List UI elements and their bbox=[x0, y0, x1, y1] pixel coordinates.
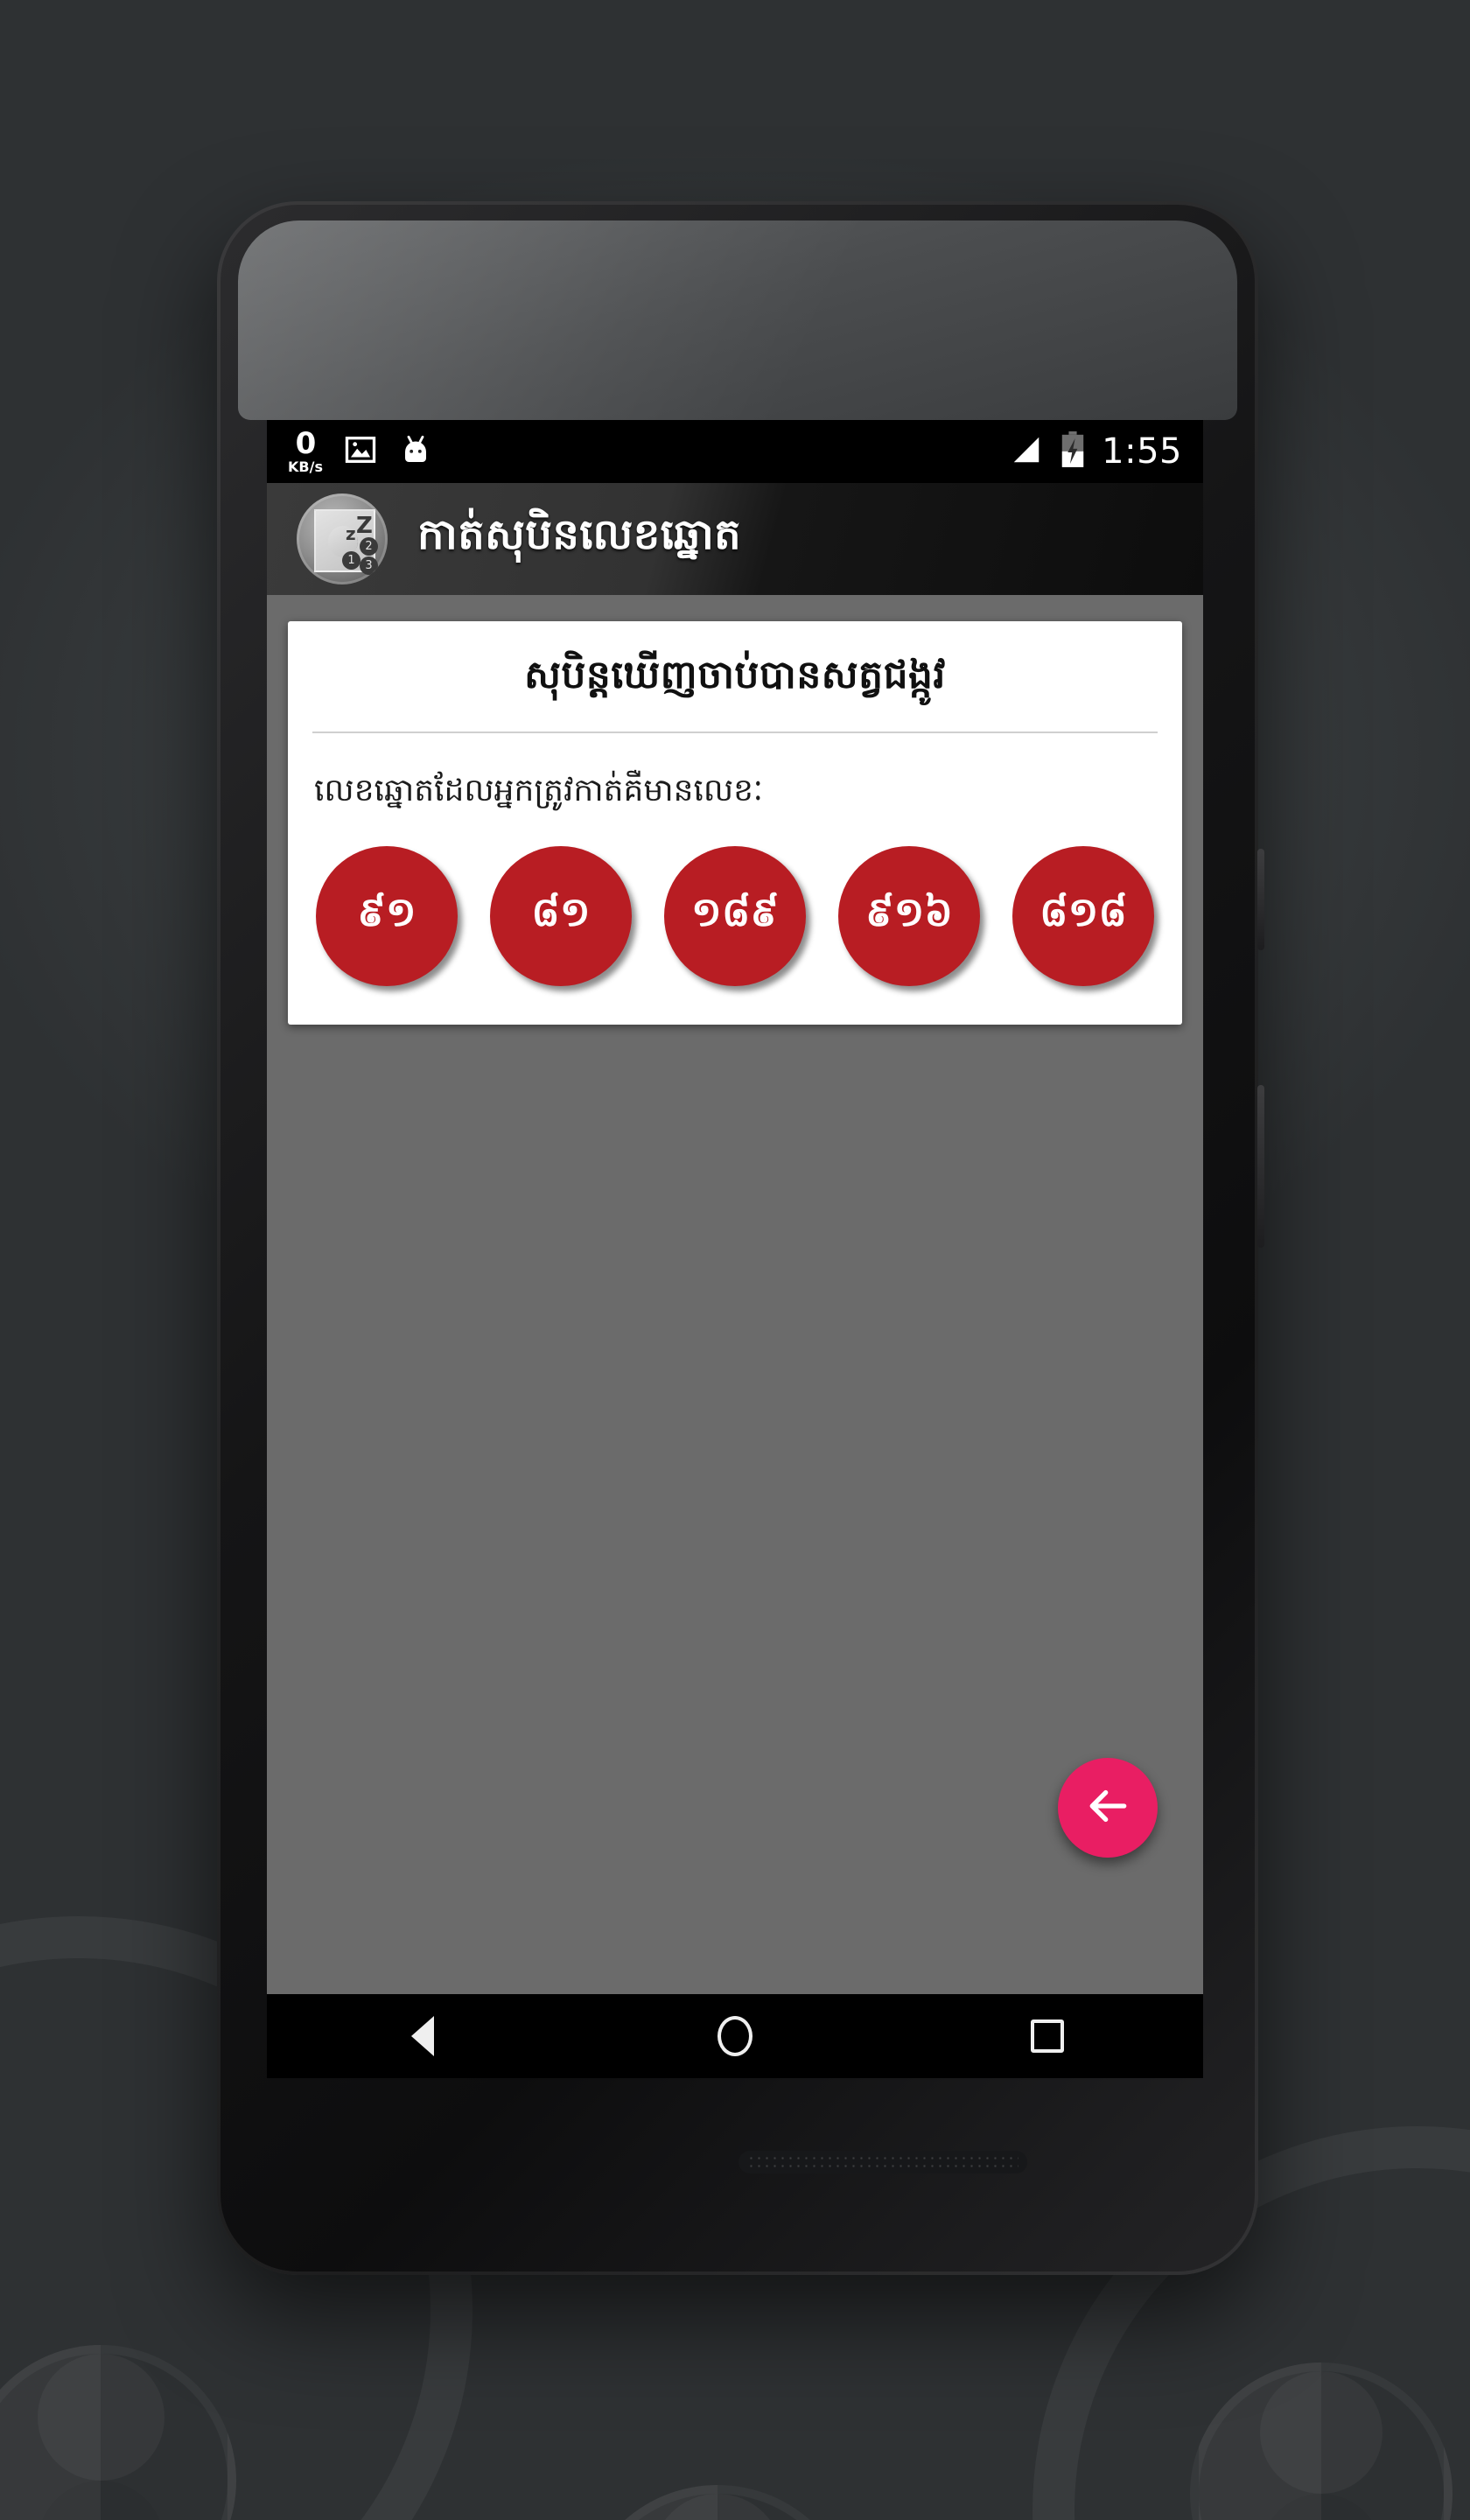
page-title: កាត់សុបិនលេខឆ្នោត bbox=[417, 510, 742, 559]
card-subtitle: លេខឆ្នោតដែលអ្នកត្រូវកាត់គឺមានលេខៈ bbox=[314, 773, 764, 808]
back-fab-button[interactable] bbox=[1058, 1758, 1158, 1858]
power-button[interactable] bbox=[1257, 1085, 1264, 1248]
network-speed-unit: KB/s bbox=[288, 458, 323, 475]
dream-result-card: សុបិន្តឃើញចាប់បានសត្វជង្កូវ លេខឆ្នោតដែលអ… bbox=[288, 621, 1182, 1025]
card-title: សុបិន្តឃើញចាប់បានសត្វជង្កូវ bbox=[524, 653, 946, 697]
logo-letter-z-large: Z bbox=[356, 513, 373, 539]
content-area: សុបិន្តឃើញចាប់បានសត្វជង្កូវ លេខឆ្នោតដែលអ… bbox=[267, 595, 1203, 1994]
arrow-left-icon bbox=[1083, 1782, 1132, 1834]
logo-number-1: 1 bbox=[342, 551, 360, 570]
recents-square-icon bbox=[1030, 2020, 1064, 2053]
back-triangle-icon bbox=[411, 2016, 435, 2056]
lottery-number-list: ៩១ ៨១ ១៨៩ ៩១៦ ៨១៨ bbox=[311, 846, 1159, 990]
yinyang-icon bbox=[578, 2485, 858, 2520]
phone-screen: 0 KB/s 1:55 z Z 1 2 3 កាត់សុបិនលេខឆ្នោត … bbox=[267, 420, 1203, 2078]
nav-back-button[interactable] bbox=[370, 1994, 475, 2078]
battery-charging-icon bbox=[1060, 431, 1086, 472]
network-speed-indicator: 0 KB/s bbox=[288, 429, 323, 474]
nav-recents-button[interactable] bbox=[995, 1994, 1100, 2078]
volume-button[interactable] bbox=[1257, 849, 1264, 950]
logo-number-3: 3 bbox=[360, 556, 378, 575]
app-bar: z Z 1 2 3 កាត់សុបិនលេខឆ្នោត bbox=[267, 483, 1203, 595]
home-circle-icon bbox=[717, 2016, 752, 2056]
logo-letter-z-small: z bbox=[346, 523, 356, 544]
status-bar-clock: 1:55 bbox=[1102, 431, 1182, 472]
status-bar-right: 1:55 bbox=[1009, 431, 1182, 472]
lottery-number-badge[interactable]: ៩១ bbox=[316, 846, 458, 986]
system-navigation-bar bbox=[267, 1994, 1203, 2078]
lottery-number-badge[interactable]: ៩១៦ bbox=[838, 846, 980, 986]
lottery-number-badge[interactable]: ៨១៨ bbox=[1012, 846, 1154, 986]
status-bar-left: 0 KB/s bbox=[288, 429, 1009, 474]
app-logo-icon[interactable]: z Z 1 2 3 bbox=[297, 494, 388, 584]
image-icon bbox=[344, 433, 377, 470]
signal-icon bbox=[1009, 433, 1044, 470]
network-speed-value: 0 bbox=[295, 426, 317, 461]
android-marshmallow-icon bbox=[398, 432, 433, 471]
phone-top-glass bbox=[238, 220, 1237, 420]
lottery-number-badge[interactable]: ១៨៩ bbox=[664, 846, 806, 986]
nav-home-button[interactable] bbox=[682, 1994, 788, 2078]
logo-number-2: 2 bbox=[360, 537, 378, 556]
status-bar: 0 KB/s 1:55 bbox=[267, 420, 1203, 483]
bottom-speaker bbox=[738, 2151, 1027, 2174]
lottery-number-badge[interactable]: ៨១ bbox=[490, 846, 632, 986]
crescent-moon-icon bbox=[319, 526, 358, 557]
